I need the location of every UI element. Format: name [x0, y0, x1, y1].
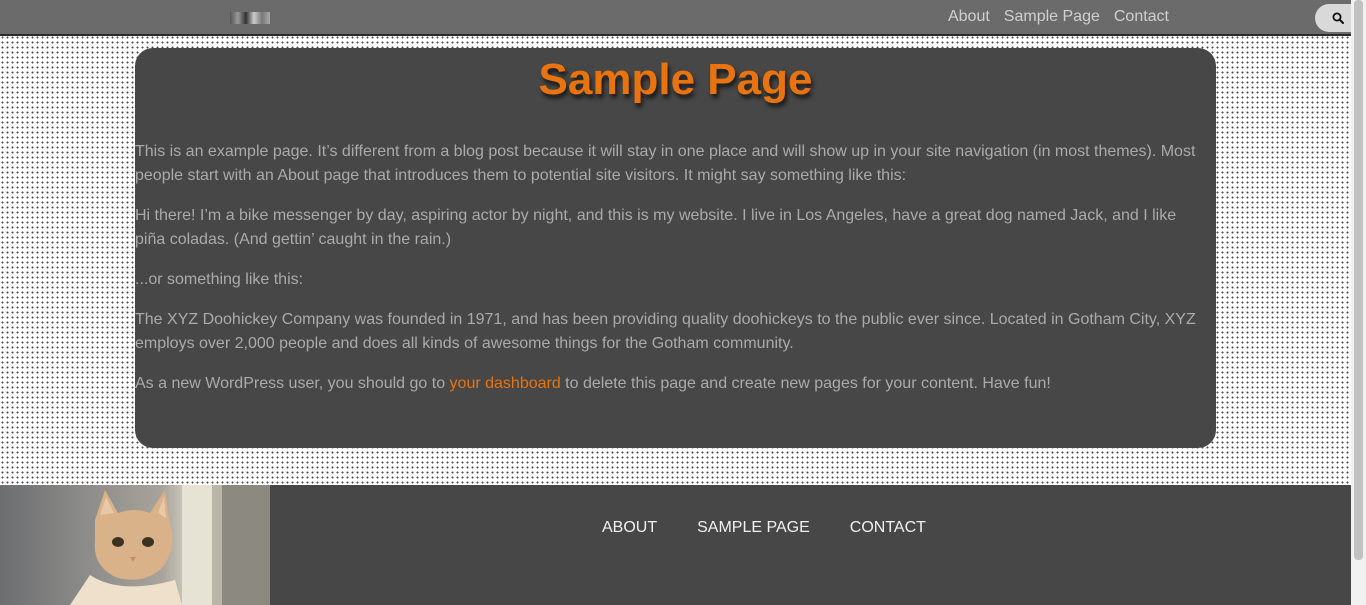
paragraph: Hi there! I’m a bike messenger by day, a…	[135, 207, 1177, 248]
site-header: About Sample Page Contact	[0, 0, 1351, 36]
content-card: Sample Page This is an example page. It’…	[135, 48, 1216, 448]
footer-link-about[interactable]: About	[602, 519, 657, 537]
primary-nav: About Sample Page Contact	[948, 0, 1169, 34]
paragraph: The XYZ Doohickey Company was founded in…	[135, 311, 1196, 352]
search-icon	[1332, 12, 1344, 24]
nav-link-contact[interactable]: Contact	[1114, 8, 1169, 26]
site-logo[interactable]	[230, 12, 270, 24]
dashboard-link[interactable]: your dashboard	[450, 375, 561, 392]
scrollbar-thumb[interactable]	[1354, 0, 1363, 560]
paragraph: As a new WordPress user, you should go t…	[135, 372, 1202, 396]
scrollbar[interactable]	[1351, 0, 1366, 605]
nav-link-sample-page[interactable]: Sample Page	[1004, 8, 1100, 26]
paragraph-text: As a new WordPress user, you should go t…	[135, 375, 450, 392]
cat-illustration	[70, 485, 270, 605]
entry-content: This is an example page. It’s different …	[135, 140, 1216, 396]
nav-link-about[interactable]: About	[948, 8, 990, 26]
search-button[interactable]	[1315, 4, 1351, 32]
paragraph-text: to delete this page and create new pages…	[560, 375, 1051, 392]
page-title: Sample Page	[538, 55, 813, 104]
cat-photo	[0, 485, 270, 605]
paragraph: ...or something like this:	[135, 271, 304, 288]
site-footer: About Sample Page Contact	[0, 485, 1351, 605]
footer-link-sample-page[interactable]: Sample Page	[697, 519, 810, 537]
footer-nav: About Sample Page Contact	[602, 519, 926, 537]
footer-link-contact[interactable]: Contact	[850, 519, 926, 537]
paragraph: This is an example page. It’s different …	[135, 143, 1196, 184]
